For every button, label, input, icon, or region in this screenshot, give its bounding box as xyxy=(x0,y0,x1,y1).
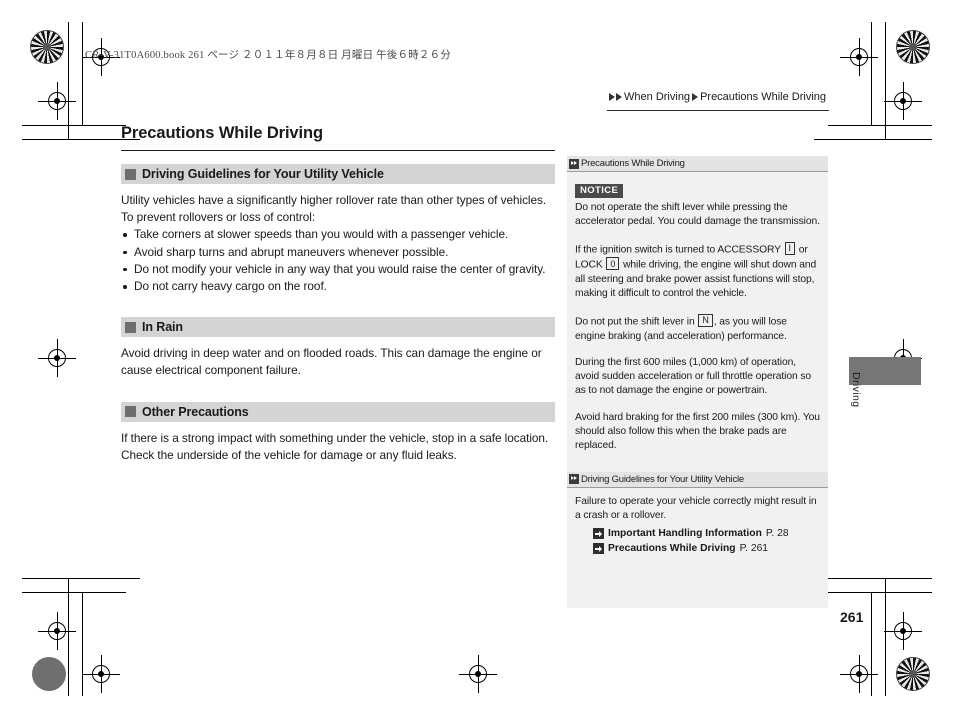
breadcrumb-rule xyxy=(607,110,829,111)
book-print-info: CR-V-31T0A600.book 261 ページ ２０１１年８月８日 月曜日… xyxy=(85,50,452,61)
page-title: Precautions While Driving xyxy=(121,124,555,151)
ignition-text-a: If the ignition switch is turned to ACCE… xyxy=(575,244,781,256)
crop-line xyxy=(82,22,83,126)
ignition-paragraph: If the ignition switch is turned to ACCE… xyxy=(575,241,820,302)
notice-badge: NOTICE xyxy=(575,183,624,198)
crop-line xyxy=(814,139,932,140)
page-reference-list: Important Handling Information P. 28 Pre… xyxy=(575,526,820,556)
section-heading-other-precautions: Other Precautions xyxy=(121,401,555,422)
page-reference-name[interactable]: Important Handling Information xyxy=(608,526,762,541)
list-item[interactable]: Precautions While Driving P. 261 xyxy=(593,541,820,556)
sidebar-section-header-precautions: Precautions While Driving xyxy=(567,156,828,172)
section-body-text: Avoid driving in deep water and on flood… xyxy=(121,346,542,378)
registration-crosshair xyxy=(38,82,76,120)
sidebar-section-title: Precautions While Driving xyxy=(581,158,685,169)
breadcrumb-triangle-icon xyxy=(692,93,699,101)
crop-line xyxy=(885,22,886,140)
registration-crosshair xyxy=(840,655,878,693)
key-accessory-icon: I xyxy=(784,241,795,255)
registration-dot xyxy=(32,657,66,691)
list-item[interactable]: Important Handling Information P. 28 xyxy=(593,526,820,541)
sidebar-section-body-guidelines: Failure to operate your vehicle correctl… xyxy=(567,488,828,565)
breadcrumb-triangle-icon xyxy=(616,93,623,101)
main-content: Precautions While Driving Driving Guidel… xyxy=(121,124,555,464)
crop-line xyxy=(828,592,932,593)
chapter-thumb-tab-label: Driving xyxy=(850,372,862,408)
failure-paragraph: Failure to operate your vehicle correctl… xyxy=(575,495,817,521)
registration-crosshair xyxy=(840,38,878,76)
section-heading-in-rain: In Rain xyxy=(121,317,555,338)
page-number: 261 xyxy=(840,609,864,625)
guidelines-bullet-list: Take corners at slower speeds than you w… xyxy=(121,226,555,295)
registration-crosshair xyxy=(884,82,922,120)
neutral-paragraph: Do not put the shift lever in N, as you … xyxy=(575,313,820,344)
list-item: Avoid sharp turns and abrupt maneuvers w… xyxy=(121,244,555,261)
page-reference-number: P. 261 xyxy=(739,543,769,555)
notice-paragraph: Do not operate the shift lever while pre… xyxy=(575,202,820,228)
crop-line xyxy=(22,592,126,593)
section-heading-driving-guidelines: Driving Guidelines for Your Utility Vehi… xyxy=(121,164,555,184)
crop-line xyxy=(814,578,932,579)
sidebar-section-title: Driving Guidelines for Your Utility Vehi… xyxy=(581,473,745,485)
section-intro-text: Utility vehicles have a significantly hi… xyxy=(121,193,547,225)
crop-line xyxy=(22,578,140,579)
page-link-arrow-icon xyxy=(593,543,604,555)
registration-crosshair xyxy=(38,339,76,377)
key-neutral-icon: N xyxy=(698,313,713,327)
registration-crosshair xyxy=(459,655,497,693)
key-lock-icon: 0 xyxy=(606,257,620,271)
breadcrumb: When Driving Precautions While Driving xyxy=(609,91,828,103)
registration-crosshair xyxy=(38,612,76,650)
breadcrumb-triangle-icon xyxy=(609,93,616,101)
crop-line xyxy=(828,125,932,126)
page-reference-number: P. 28 xyxy=(765,528,789,540)
registration-rosette xyxy=(896,30,930,64)
sidebar-panel: Precautions While Driving NOTICE Do not … xyxy=(567,156,828,608)
crop-line xyxy=(871,22,872,126)
breadcrumb-current: Precautions While Driving xyxy=(700,91,826,103)
list-item: Do not carry heavy cargo on the roof. xyxy=(121,278,555,295)
neutral-text-a: Do not put the shift lever in xyxy=(575,316,695,328)
sidebar-section-body-precautions: NOTICE Do not operate the shift lever wh… xyxy=(567,172,828,462)
registration-crosshair xyxy=(884,612,922,650)
breadcrumb-parent[interactable]: When Driving xyxy=(624,91,690,103)
list-item: Do not modify your vehicle in any way th… xyxy=(121,261,555,278)
section-heading-label: Driving Guidelines for Your Utility Vehi… xyxy=(142,167,384,181)
double-chevron-right-icon xyxy=(569,158,579,169)
page-link-arrow-icon xyxy=(593,528,604,540)
crop-line xyxy=(68,22,69,140)
registration-rosette xyxy=(896,657,930,691)
double-chevron-right-icon xyxy=(569,474,579,485)
list-item: Take corners at slower speeds than you w… xyxy=(121,226,555,243)
sidebar-section-header-guidelines: Driving Guidelines for Your Utility Vehi… xyxy=(567,471,828,488)
section-heading-label: Other Precautions xyxy=(142,404,249,419)
registration-crosshair xyxy=(82,655,120,693)
section-heading-label: In Rain xyxy=(142,320,183,335)
page-reference-name[interactable]: Precautions While Driving xyxy=(608,541,736,556)
breakin-paragraph: During the first 600 miles (1,000 km) of… xyxy=(575,356,812,397)
section-marker-icon xyxy=(125,168,136,180)
braking-paragraph: Avoid hard braking for the first 200 mil… xyxy=(575,411,820,452)
registration-rosette xyxy=(30,30,64,64)
crop-line xyxy=(82,592,83,696)
crop-line xyxy=(885,578,886,696)
crop-line xyxy=(22,125,126,126)
section-marker-icon xyxy=(125,406,136,418)
section-body-text: If there is a strong impact with somethi… xyxy=(121,430,549,462)
section-marker-icon xyxy=(125,321,136,333)
